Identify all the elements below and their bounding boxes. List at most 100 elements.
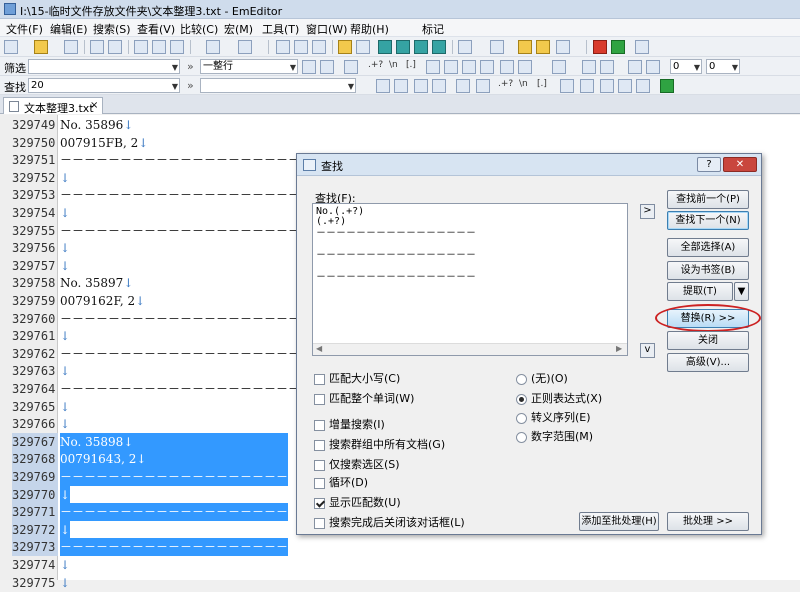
menu-file[interactable]: 文件(F) bbox=[6, 21, 43, 37]
macro-play-icon[interactable] bbox=[611, 40, 625, 54]
filter-bracket-toggle[interactable]: [.] bbox=[406, 60, 416, 73]
scroll-right-icon[interactable]: ▶ bbox=[616, 344, 622, 353]
editor-line[interactable]: －－－－－－－－－－－－－－－－－－－－↓ bbox=[60, 468, 310, 486]
plugin-icon[interactable] bbox=[518, 40, 532, 54]
option-checkbox[interactable]: 搜索完成后关闭该对话框(L) bbox=[314, 514, 465, 530]
filter-opt1-icon[interactable] bbox=[426, 60, 440, 74]
radio-icon[interactable] bbox=[516, 393, 527, 405]
config-icon[interactable] bbox=[458, 40, 472, 54]
mode-radio[interactable]: 正则表达式(X) bbox=[516, 390, 602, 406]
extract-button[interactable]: 提取(T) bbox=[667, 282, 733, 301]
menu-tools[interactable]: 工具(T) bbox=[262, 21, 299, 37]
filter-down-icon[interactable] bbox=[552, 60, 566, 74]
mode-radio[interactable]: 转义序列(E) bbox=[516, 409, 591, 425]
customize-icon[interactable] bbox=[536, 40, 550, 54]
option-checkbox[interactable]: 显示匹配数(U) bbox=[314, 494, 401, 510]
findbar-replace-all-icon[interactable] bbox=[432, 79, 446, 93]
editor-line[interactable]: ↓ bbox=[60, 574, 70, 592]
filter-spin2[interactable]: 0 ▼ bbox=[706, 59, 740, 74]
checkbox-icon[interactable] bbox=[314, 517, 325, 529]
undo-icon[interactable] bbox=[206, 40, 220, 54]
findbar-opt1-icon[interactable] bbox=[476, 79, 490, 93]
menu-marker[interactable]: 标记 bbox=[422, 21, 444, 37]
find-horizontal-scrollbar[interactable]: ◀ ▶ bbox=[313, 343, 627, 355]
findbar-find-next-icon[interactable] bbox=[394, 79, 408, 93]
advanced-button[interactable]: 高级(V)... bbox=[667, 353, 749, 372]
replace-bar-input[interactable]: ▼ bbox=[200, 78, 356, 93]
filter-opt6-icon[interactable] bbox=[518, 60, 532, 74]
editor-line[interactable]: －－－－－－－－－－－－－－－－－－－－↓ bbox=[60, 538, 310, 557]
wrap-chars-icon[interactable] bbox=[432, 40, 446, 54]
find-next-icon[interactable] bbox=[294, 40, 308, 54]
findbar-search-icon[interactable] bbox=[456, 79, 470, 93]
findbar-go-icon[interactable] bbox=[660, 79, 674, 93]
checkbox-icon[interactable] bbox=[314, 439, 325, 451]
editor-line[interactable]: －－－－－－－－－－－－－－－－－－－－↓ bbox=[60, 380, 310, 398]
menu-search[interactable]: 搜索(S) bbox=[93, 21, 131, 37]
wrap-window-icon[interactable] bbox=[396, 40, 410, 54]
print-preview-icon[interactable] bbox=[108, 40, 122, 54]
editor-line[interactable]: －－－－－－－－－－－－－－－－－－－－↓ bbox=[60, 222, 310, 240]
dialog-help-button[interactable]: ? bbox=[697, 157, 721, 172]
regex-toggle-icon[interactable] bbox=[356, 40, 370, 54]
scroll-left-icon[interactable]: ◀ bbox=[316, 344, 322, 353]
config2-icon[interactable] bbox=[490, 40, 504, 54]
editor-line[interactable]: ↓ bbox=[60, 169, 70, 187]
option-checkbox[interactable]: 匹配大小写(C) bbox=[314, 370, 400, 386]
editor-line[interactable]: ↓ bbox=[60, 204, 70, 222]
editor-line[interactable]: 00791643, 2↓ bbox=[60, 450, 288, 469]
filter-input[interactable]: ▼ bbox=[28, 59, 180, 74]
filter-opt4-icon[interactable] bbox=[480, 60, 494, 74]
save-icon[interactable] bbox=[64, 40, 78, 54]
copy-icon[interactable] bbox=[152, 40, 166, 54]
menu-help[interactable]: 帮助(H) bbox=[350, 21, 389, 37]
filter-opt9-icon[interactable] bbox=[628, 60, 642, 74]
checkbox-icon[interactable] bbox=[314, 393, 325, 405]
tab-document[interactable]: 文本整理3.txt × bbox=[3, 97, 103, 115]
editor-line[interactable]: ↓ bbox=[60, 327, 70, 345]
checkbox-icon[interactable] bbox=[314, 419, 325, 431]
menu-window[interactable]: 窗口(W) bbox=[306, 21, 347, 37]
filter-search-icon[interactable] bbox=[344, 60, 358, 74]
editor-line[interactable]: ↓ bbox=[60, 257, 70, 275]
tools-icon[interactable] bbox=[635, 40, 649, 54]
mode-radio[interactable]: 数字范围(M) bbox=[516, 428, 593, 444]
filter-spin1[interactable]: 0 ▼ bbox=[670, 59, 702, 74]
findbar-opt4-icon[interactable] bbox=[600, 79, 614, 93]
editor-line[interactable]: No. 35896↓ bbox=[60, 116, 133, 134]
editor-line[interactable]: －－－－－－－－－－－－－－－－－－－－↓ bbox=[60, 186, 310, 204]
editor-line[interactable]: －－－－－－－－－－－－－－－－－－－－↓ bbox=[60, 151, 310, 169]
wrap-none-icon[interactable] bbox=[378, 40, 392, 54]
editor-line[interactable]: ↓ bbox=[60, 485, 70, 504]
option-checkbox[interactable]: 循环(D) bbox=[314, 474, 368, 490]
extract-dropdown-button[interactable]: ▼ bbox=[734, 282, 749, 301]
findbar-opt5-icon[interactable] bbox=[618, 79, 632, 93]
editor-line[interactable]: ↓ bbox=[60, 520, 70, 539]
find-history-button[interactable]: v bbox=[640, 343, 655, 358]
findbar-regex-toggle[interactable]: .+? bbox=[498, 79, 513, 92]
findbar-find-prev-icon[interactable] bbox=[376, 79, 390, 93]
find-pattern-input[interactable]: No.(.+?) (.+?) －－－－－－－－－－－－－－－－ －－－－－－－－… bbox=[312, 203, 628, 356]
select-all-button[interactable]: 全部选择(A) bbox=[667, 238, 749, 257]
find-expand-button[interactable]: > bbox=[640, 204, 655, 219]
editor-line[interactable]: ↓ bbox=[60, 362, 70, 380]
checkbox-icon[interactable] bbox=[314, 497, 325, 509]
find-bar-input[interactable]: 20 ▼ bbox=[28, 78, 180, 93]
checkbox-icon[interactable] bbox=[314, 373, 325, 385]
filter-opt2-icon[interactable] bbox=[444, 60, 458, 74]
filter-opt10-icon[interactable] bbox=[646, 60, 660, 74]
filter-regex-toggle[interactable]: .+? bbox=[368, 60, 383, 73]
checkbox-icon[interactable] bbox=[314, 459, 325, 471]
editor-line[interactable]: 007915FB, 2↓ bbox=[60, 134, 148, 152]
new-file-icon[interactable] bbox=[4, 40, 18, 54]
editor-line[interactable]: －－－－－－－－－－－－－－－－－－－－↓ bbox=[60, 345, 310, 363]
editor-line[interactable]: －－－－－－－－－－－－－－－－－－－－↓ bbox=[60, 503, 310, 522]
wrap-page-icon[interactable] bbox=[414, 40, 428, 54]
find-prev-button[interactable]: 查找前一个(P) bbox=[667, 190, 749, 209]
menu-macro[interactable]: 宏(M) bbox=[224, 21, 253, 37]
macro-stop-icon[interactable] bbox=[593, 40, 607, 54]
filter-opt5-icon[interactable] bbox=[500, 60, 514, 74]
paste-icon[interactable] bbox=[170, 40, 184, 54]
menu-edit[interactable]: 编辑(E) bbox=[50, 21, 88, 37]
bookmark-button[interactable]: 设为书签(B) bbox=[667, 261, 749, 280]
